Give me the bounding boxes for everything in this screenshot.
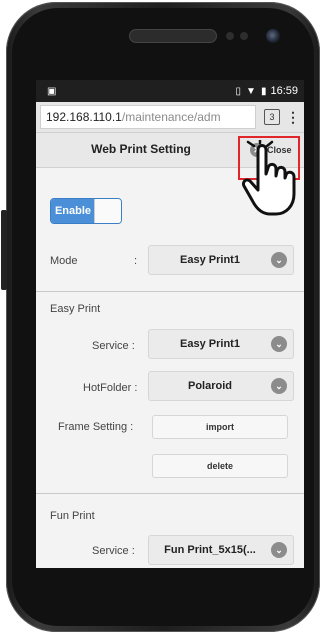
- vibrate-icon: ▯: [235, 85, 242, 97]
- mode-select[interactable]: Easy Print1 ⌄: [148, 245, 294, 275]
- hotfolder-value: Polaroid: [187, 380, 232, 392]
- fun-print-section-title: Fun Print: [50, 510, 95, 522]
- sensor-dot: [226, 32, 234, 40]
- browser-toolbar: 192.168.110.1/maintenance/adm 3 ⋮: [36, 102, 304, 133]
- easy-print-section-title: Easy Print: [50, 303, 101, 315]
- side-button: [1, 210, 7, 290]
- hotfolder-select[interactable]: Polaroid ⌄: [148, 371, 294, 401]
- chevron-down-icon: ⌄: [271, 378, 287, 394]
- frame-setting-label: Frame Setting :: [58, 421, 134, 433]
- url-path: /maintenance/adm: [121, 110, 221, 124]
- delete-button[interactable]: delete: [152, 454, 288, 478]
- enable-toggle-label: Enable: [51, 199, 95, 223]
- pointing-hand-icon: [242, 140, 296, 216]
- front-camera: [266, 29, 280, 43]
- chevron-down-icon: ⌄: [271, 252, 287, 268]
- fun-service-select[interactable]: Fun Print_5x15(... ⌄: [148, 535, 294, 565]
- toggle-knob: [94, 199, 121, 223]
- import-button[interactable]: import: [152, 415, 288, 439]
- divider: [36, 291, 304, 292]
- divider: [36, 493, 304, 494]
- mode-value: Easy Print1: [180, 254, 240, 266]
- fun-service-value: Fun Print_5x15(...: [164, 544, 256, 556]
- battery-icon: ▮: [260, 85, 267, 97]
- status-time: 16:59: [270, 85, 298, 97]
- tab-switcher-button[interactable]: 3: [264, 109, 280, 125]
- url-host: 192.168.110.1: [46, 110, 122, 124]
- enable-toggle[interactable]: Enable: [50, 198, 122, 224]
- wifi-icon: ▼: [246, 85, 256, 97]
- earpiece-speaker: [130, 30, 216, 42]
- page-title: Web Print Setting: [91, 142, 191, 156]
- service-value: Easy Print1: [180, 338, 240, 350]
- url-field[interactable]: 192.168.110.1/maintenance/adm: [40, 105, 256, 129]
- status-bar: ▣ ▯ ▼ ▮ 16:59: [36, 80, 304, 102]
- mode-colon: :: [134, 255, 138, 267]
- browser-menu-icon[interactable]: ⋮: [286, 110, 300, 124]
- chevron-down-icon: ⌄: [271, 542, 287, 558]
- service-select[interactable]: Easy Print1 ⌄: [148, 329, 294, 359]
- service-label: Service :: [92, 340, 135, 352]
- sensor-dot: [240, 32, 248, 40]
- fun-service-label: Service :: [92, 545, 135, 557]
- hotfolder-label: HotFolder :: [83, 382, 138, 394]
- notification-icon: ▣: [47, 85, 57, 97]
- chevron-down-icon: ⌄: [271, 336, 287, 352]
- mode-label: Mode: [50, 255, 78, 267]
